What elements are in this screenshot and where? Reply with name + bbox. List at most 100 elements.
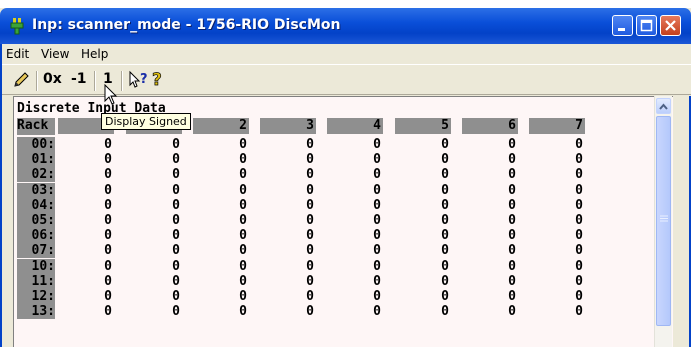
data-cell[interactable]: 0 xyxy=(462,152,518,167)
data-cell[interactable]: 0 xyxy=(58,274,114,289)
signed-display-button[interactable]: -1 xyxy=(71,71,87,91)
data-cell[interactable]: 0 xyxy=(462,304,518,319)
data-cell[interactable]: 0 xyxy=(260,137,316,152)
menu-view[interactable]: View xyxy=(41,47,69,61)
data-cell[interactable]: 0 xyxy=(327,243,383,258)
data-cell[interactable]: 0 xyxy=(126,183,182,198)
data-cell[interactable]: 0 xyxy=(395,213,451,228)
context-help-icon[interactable]: ? xyxy=(128,70,150,90)
data-cell[interactable]: 0 xyxy=(395,259,451,274)
data-cell[interactable]: 0 xyxy=(126,259,182,274)
data-cell[interactable]: 0 xyxy=(193,137,249,152)
title-bar[interactable]: Inp: scanner_mode - 1756-RIO DiscMon xyxy=(0,8,691,44)
data-cell[interactable]: 0 xyxy=(193,228,249,243)
data-cell[interactable]: 0 xyxy=(462,259,518,274)
data-cell[interactable]: 0 xyxy=(58,183,114,198)
data-cell[interactable]: 0 xyxy=(395,289,451,304)
data-cell[interactable]: 0 xyxy=(58,198,114,213)
data-cell[interactable]: 0 xyxy=(327,228,383,243)
data-cell[interactable]: 0 xyxy=(395,198,451,213)
data-cell[interactable]: 0 xyxy=(327,304,383,319)
data-cell[interactable]: 0 xyxy=(395,183,451,198)
data-cell[interactable]: 0 xyxy=(529,213,585,228)
vertical-scrollbar[interactable] xyxy=(654,96,672,347)
data-cell[interactable]: 0 xyxy=(58,152,114,167)
data-cell[interactable]: 0 xyxy=(193,243,249,258)
data-cell[interactable]: 0 xyxy=(395,152,451,167)
data-cell[interactable]: 0 xyxy=(193,213,249,228)
data-cell[interactable]: 0 xyxy=(193,289,249,304)
pencil-icon[interactable] xyxy=(12,71,30,89)
data-cell[interactable]: 0 xyxy=(126,152,182,167)
data-cell[interactable]: 0 xyxy=(58,213,114,228)
data-cell[interactable]: 0 xyxy=(327,167,383,182)
data-cell[interactable]: 0 xyxy=(126,304,182,319)
data-cell[interactable]: 0 xyxy=(462,228,518,243)
data-cell[interactable]: 0 xyxy=(260,198,316,213)
scroll-thumb[interactable] xyxy=(656,116,671,326)
data-cell[interactable]: 0 xyxy=(327,213,383,228)
data-cell[interactable]: 0 xyxy=(327,274,383,289)
data-cell[interactable]: 0 xyxy=(529,167,585,182)
data-cell[interactable]: 0 xyxy=(193,304,249,319)
data-cell[interactable]: 0 xyxy=(327,259,383,274)
data-cell[interactable]: 0 xyxy=(529,259,585,274)
data-cell[interactable]: 0 xyxy=(58,259,114,274)
question-mark-icon[interactable]: ? xyxy=(151,69,165,89)
data-cell[interactable]: 0 xyxy=(193,183,249,198)
maximize-button[interactable] xyxy=(636,15,657,36)
data-cell[interactable]: 0 xyxy=(529,152,585,167)
data-cell[interactable]: 0 xyxy=(260,304,316,319)
data-cell[interactable]: 0 xyxy=(193,152,249,167)
data-cell[interactable]: 0 xyxy=(327,183,383,198)
data-cell[interactable]: 0 xyxy=(529,198,585,213)
data-cell[interactable]: 0 xyxy=(260,213,316,228)
data-cell[interactable]: 0 xyxy=(395,274,451,289)
data-cell[interactable]: 0 xyxy=(193,274,249,289)
data-cell[interactable]: 0 xyxy=(462,167,518,182)
data-cell[interactable]: 0 xyxy=(126,167,182,182)
data-cell[interactable]: 0 xyxy=(529,274,585,289)
data-cell[interactable]: 0 xyxy=(462,183,518,198)
data-cell[interactable]: 0 xyxy=(58,304,114,319)
close-button[interactable] xyxy=(660,15,681,36)
data-cell[interactable]: 0 xyxy=(462,289,518,304)
data-cell[interactable]: 0 xyxy=(462,274,518,289)
data-cell[interactable]: 0 xyxy=(260,259,316,274)
data-cell[interactable]: 0 xyxy=(126,243,182,258)
data-cell[interactable]: 0 xyxy=(260,152,316,167)
menu-help[interactable]: Help xyxy=(81,47,108,61)
data-cell[interactable]: 0 xyxy=(58,137,114,152)
data-cell[interactable]: 0 xyxy=(462,243,518,258)
data-cell[interactable]: 0 xyxy=(193,259,249,274)
data-cell[interactable]: 0 xyxy=(193,198,249,213)
data-cell[interactable]: 0 xyxy=(126,289,182,304)
data-cell[interactable]: 0 xyxy=(327,137,383,152)
data-cell[interactable]: 0 xyxy=(327,152,383,167)
data-cell[interactable]: 0 xyxy=(529,183,585,198)
data-cell[interactable]: 0 xyxy=(395,137,451,152)
menu-edit[interactable]: Edit xyxy=(6,47,29,61)
data-cell[interactable]: 0 xyxy=(126,228,182,243)
data-cell[interactable]: 0 xyxy=(260,243,316,258)
data-cell[interactable]: 0 xyxy=(58,243,114,258)
data-cell[interactable]: 0 xyxy=(58,228,114,243)
data-cell[interactable]: 0 xyxy=(126,137,182,152)
data-cell[interactable]: 0 xyxy=(260,289,316,304)
data-cell[interactable]: 0 xyxy=(126,274,182,289)
data-cell[interactable]: 0 xyxy=(462,198,518,213)
data-cell[interactable]: 0 xyxy=(395,167,451,182)
minimize-button[interactable] xyxy=(612,15,633,36)
data-cell[interactable]: 0 xyxy=(529,304,585,319)
data-cell[interactable]: 0 xyxy=(58,289,114,304)
data-cell[interactable]: 0 xyxy=(462,213,518,228)
data-cell[interactable]: 0 xyxy=(529,243,585,258)
data-cell[interactable]: 0 xyxy=(193,167,249,182)
data-cell[interactable]: 0 xyxy=(462,137,518,152)
data-cell[interactable]: 0 xyxy=(529,137,585,152)
data-cell[interactable]: 0 xyxy=(260,167,316,182)
hex-display-button[interactable]: 0x xyxy=(43,71,62,91)
data-cell[interactable]: 0 xyxy=(529,228,585,243)
data-cell[interactable]: 0 xyxy=(395,243,451,258)
data-cell[interactable]: 0 xyxy=(260,228,316,243)
